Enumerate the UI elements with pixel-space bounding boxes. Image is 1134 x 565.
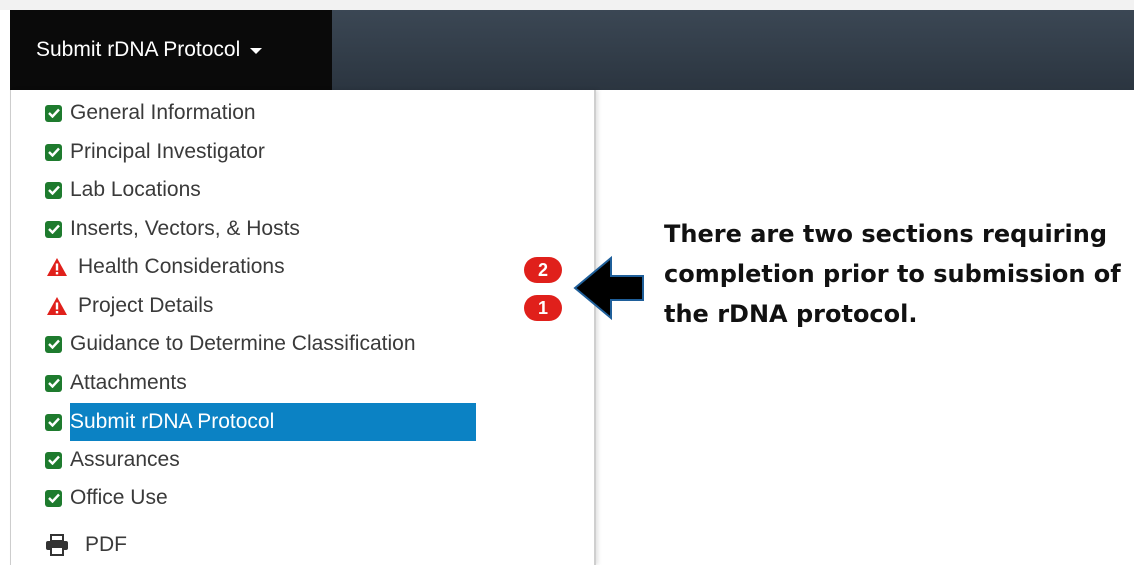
warning-triangle-icon (46, 257, 68, 277)
menu-item-health-considerations[interactable]: Health Considerations (45, 248, 291, 286)
check-square-icon (45, 451, 62, 469)
pdf-label: PDF (85, 533, 127, 556)
dropdown-label: Submit rDNA Protocol (36, 38, 241, 61)
caret-down-icon (250, 48, 263, 54)
check-square-icon (45, 374, 62, 392)
menu-item-submit-rdna-protocol[interactable]: Submit rDNA Protocol (45, 403, 476, 441)
menu-item-label: Submit rDNA Protocol (70, 403, 476, 441)
menu-item-label: Office Use (70, 486, 168, 509)
check-square-icon (45, 143, 62, 161)
check-square-icon (45, 489, 62, 507)
check-square-icon (45, 181, 62, 199)
check-square-icon (45, 220, 62, 238)
menu-item-guidance-classification[interactable]: Guidance to Determine Classification (45, 325, 422, 363)
menu-item-assurances[interactable]: Assurances (45, 441, 186, 479)
arrow-left-icon (573, 255, 644, 321)
dropdown-menu: General Information Principal Investigat… (11, 90, 596, 565)
menu-item-pdf[interactable]: PDF (45, 526, 133, 564)
menu-item-general-information[interactable]: General Information (45, 94, 262, 132)
menu-item-label: Health Considerations (78, 255, 285, 278)
menu-item-attachments[interactable]: Attachments (45, 364, 193, 402)
menu-item-label: Principal Investigator (70, 140, 265, 163)
menu-item-label: General Information (70, 101, 256, 124)
menu-item-label: Lab Locations (70, 178, 201, 201)
check-square-icon (45, 104, 62, 122)
warning-count-badge: 2 (524, 257, 562, 283)
menu-item-office-use[interactable]: Office Use (45, 479, 174, 517)
menu-item-lab-locations[interactable]: Lab Locations (45, 171, 207, 209)
menu-item-inserts-vectors-hosts[interactable]: Inserts, Vectors, & Hosts (45, 210, 306, 248)
menu-item-label: Guidance to Determine Classification (70, 332, 416, 355)
menu-item-project-details[interactable]: Project Details (45, 287, 219, 325)
warning-count-badge: 1 (524, 295, 562, 321)
submit-protocol-dropdown[interactable]: Submit rDNA Protocol (10, 10, 332, 90)
check-square-icon (45, 335, 62, 353)
menu-item-label: Project Details (78, 294, 214, 317)
menu-item-principal-investigator[interactable]: Principal Investigator (45, 133, 271, 171)
check-square-icon (45, 413, 62, 431)
printer-icon (45, 534, 69, 556)
menu-item-label: Assurances (70, 448, 180, 471)
warning-triangle-icon (46, 296, 68, 316)
menu-item-label: Attachments (70, 371, 187, 394)
callout-text: There are two sections requiring complet… (664, 220, 1121, 328)
top-strip (0, 0, 1134, 10)
menu-item-label: Inserts, Vectors, & Hosts (70, 217, 300, 240)
